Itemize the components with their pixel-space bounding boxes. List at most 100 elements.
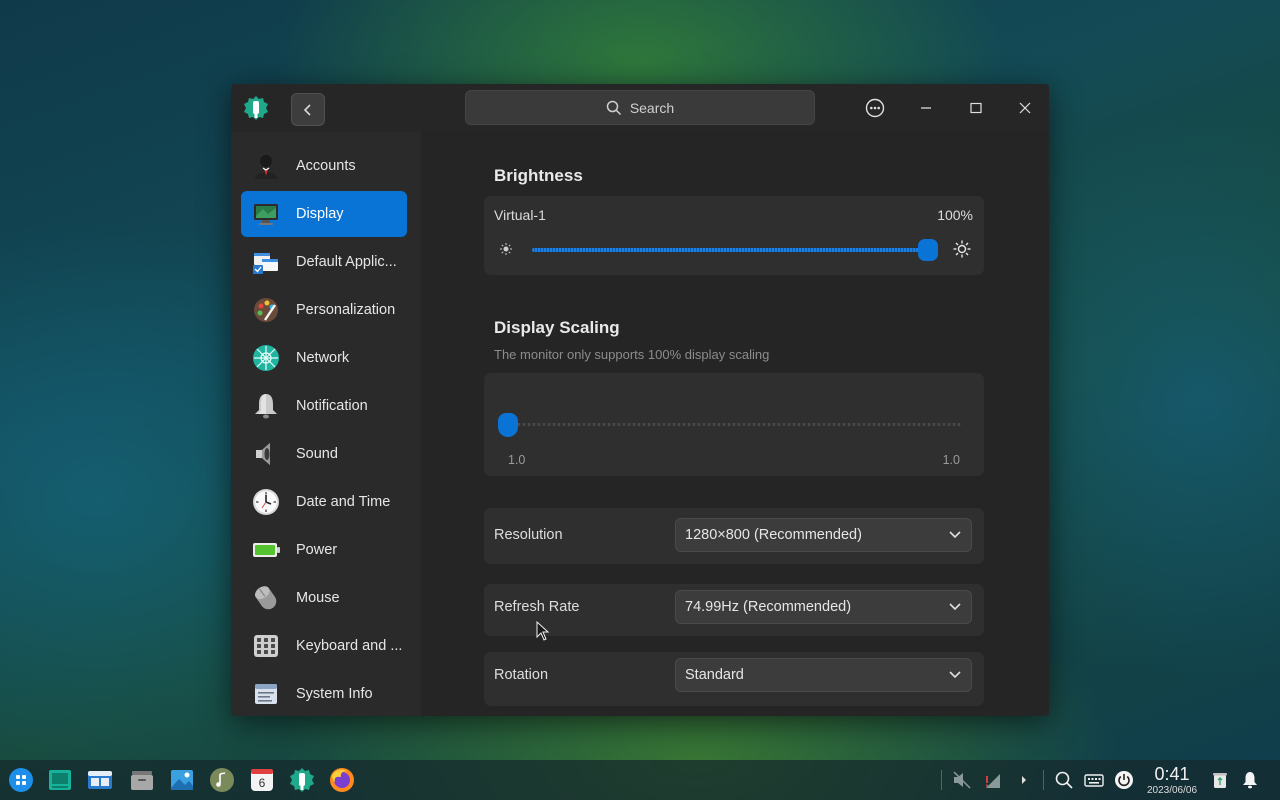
close-button[interactable] xyxy=(1010,94,1040,122)
control-center-taskbar-icon[interactable] xyxy=(288,766,316,794)
chevron-down-icon xyxy=(949,671,961,679)
sidebar-item-accounts[interactable]: Accounts xyxy=(241,143,407,189)
minimize-button[interactable] xyxy=(911,94,941,122)
search-icon xyxy=(606,100,621,115)
firefox-icon[interactable] xyxy=(328,766,356,794)
keyboard-icon[interactable] xyxy=(1084,770,1104,790)
search-input[interactable]: Search xyxy=(465,90,815,125)
sidebar-item-label: Sound xyxy=(296,446,338,462)
power-icon[interactable] xyxy=(1114,770,1134,790)
resolution-row: Resolution 1280×800 (Recommended) xyxy=(484,508,984,564)
network-icon xyxy=(253,345,279,371)
brightness-title: Brightness xyxy=(494,166,583,185)
launcher-icon[interactable] xyxy=(7,766,35,794)
clock-time[interactable]: 0:41 xyxy=(1146,764,1198,785)
system-info-icon xyxy=(255,684,277,704)
image-viewer-icon[interactable] xyxy=(168,766,196,794)
file-manager-window-icon[interactable] xyxy=(86,766,114,794)
default-apps-icon xyxy=(253,253,278,274)
network-disconnected-icon[interactable] xyxy=(983,770,1003,790)
volume-muted-icon[interactable] xyxy=(952,770,972,790)
display-settings-panel: Brightness Virtual-1 100% Display Scalin… xyxy=(421,132,1049,716)
sidebar-item-notification[interactable]: Notification xyxy=(241,383,407,429)
brightness-value: 100% xyxy=(937,207,973,223)
sidebar-item-keyboard[interactable]: Keyboard and ... xyxy=(241,623,407,669)
sidebar-item-label: Network xyxy=(296,350,350,366)
brightness-slider[interactable] xyxy=(532,239,938,261)
sidebar-item-default-applications[interactable]: Default Applic... xyxy=(241,239,407,285)
accounts-icon xyxy=(255,155,277,179)
close-icon xyxy=(1019,102,1031,114)
sidebar: Accounts Display Default Applic... Perso… xyxy=(231,132,421,716)
rotation-value: Standard xyxy=(685,667,744,683)
sidebar-item-label: Accounts xyxy=(296,158,356,174)
scaling-title: Display Scaling xyxy=(494,318,620,337)
refresh-rate-label: Refresh Rate xyxy=(494,599,580,615)
music-icon[interactable] xyxy=(208,766,236,794)
brightness-low-icon xyxy=(500,243,512,255)
maximize-button[interactable] xyxy=(961,94,991,122)
sidebar-item-label: System Info xyxy=(296,686,373,702)
sidebar-item-label: Display xyxy=(296,206,344,222)
mouse-icon xyxy=(254,586,277,610)
monitor-name: Virtual-1 xyxy=(494,207,546,223)
scaling-slider[interactable] xyxy=(498,413,962,437)
files-icon[interactable] xyxy=(128,766,156,794)
brightness-slider-handle[interactable] xyxy=(918,239,938,261)
brightness-slider-fill xyxy=(532,248,928,252)
sidebar-item-network[interactable]: Network xyxy=(241,335,407,381)
scaling-slider-handle[interactable] xyxy=(498,413,518,437)
tray-divider xyxy=(941,770,942,790)
sidebar-item-power[interactable]: Power xyxy=(241,527,407,573)
search-icon[interactable] xyxy=(1054,770,1074,790)
rotation-row: Rotation Standard xyxy=(484,652,984,706)
control-center-app-icon xyxy=(244,96,268,120)
brightness-card: Virtual-1 100% xyxy=(484,196,984,275)
rotation-dropdown[interactable]: Standard xyxy=(675,658,972,692)
rotation-label: Rotation xyxy=(494,667,549,683)
refresh-rate-row: Refresh Rate 74.99Hz (Recommended) xyxy=(484,584,984,636)
search-placeholder: Search xyxy=(629,99,675,116)
menu-button[interactable] xyxy=(860,94,890,122)
sidebar-item-label: Personalization xyxy=(296,302,396,318)
refresh-rate-dropdown[interactable]: 74.99Hz (Recommended) xyxy=(675,590,972,624)
refresh-rate-value: 74.99Hz (Recommended) xyxy=(685,599,852,615)
chevron-right-icon[interactable] xyxy=(1014,770,1034,790)
notification-icon xyxy=(255,394,277,419)
multitasking-view-icon[interactable] xyxy=(46,766,74,794)
sound-icon xyxy=(256,443,270,465)
sidebar-item-label: Power xyxy=(296,542,338,558)
personalization-icon xyxy=(254,298,278,322)
scaling-card: 1.0 1.0 xyxy=(484,373,984,476)
sidebar-item-mouse[interactable]: Mouse xyxy=(241,575,407,621)
calendar-icon[interactable]: 6 xyxy=(248,766,276,794)
sidebar-item-date-and-time[interactable]: Date and Time xyxy=(241,479,407,525)
sidebar-item-label: Notification xyxy=(296,398,368,414)
calendar-day: 6 xyxy=(259,776,266,790)
brightness-high-icon xyxy=(953,240,971,258)
scaling-min-label: 1.0 xyxy=(508,453,526,467)
trash-icon[interactable] xyxy=(1210,770,1230,790)
back-button[interactable] xyxy=(291,93,325,126)
sidebar-item-sound[interactable]: Sound xyxy=(241,431,407,477)
clock-date[interactable]: 2023/06/06 xyxy=(1140,785,1204,796)
sidebar-item-label: Default Applic... xyxy=(296,254,397,270)
sidebar-item-label: Mouse xyxy=(296,590,340,606)
resolution-label: Resolution xyxy=(494,527,563,543)
chevron-down-icon xyxy=(949,531,961,539)
maximize-icon xyxy=(970,102,982,114)
control-center-window: Search Accounts Display Default Applic..… xyxy=(231,84,1049,716)
notification-bell-icon[interactable] xyxy=(1240,770,1260,790)
keyboard-icon xyxy=(254,635,278,657)
sidebar-item-display[interactable]: Display xyxy=(241,191,407,237)
resolution-dropdown[interactable]: 1280×800 (Recommended) xyxy=(675,518,972,552)
tray-divider xyxy=(1043,770,1044,790)
battery-icon xyxy=(253,543,280,557)
chevron-left-icon xyxy=(303,103,311,116)
sidebar-item-personalization[interactable]: Personalization xyxy=(241,287,407,333)
scaling-note: The monitor only supports 100% display s… xyxy=(494,347,770,362)
mouse-pointer xyxy=(536,621,550,641)
sidebar-item-system-info[interactable]: System Info xyxy=(241,671,407,716)
resolution-value: 1280×800 (Recommended) xyxy=(685,527,862,543)
sidebar-item-label: Keyboard and ... xyxy=(296,638,403,654)
